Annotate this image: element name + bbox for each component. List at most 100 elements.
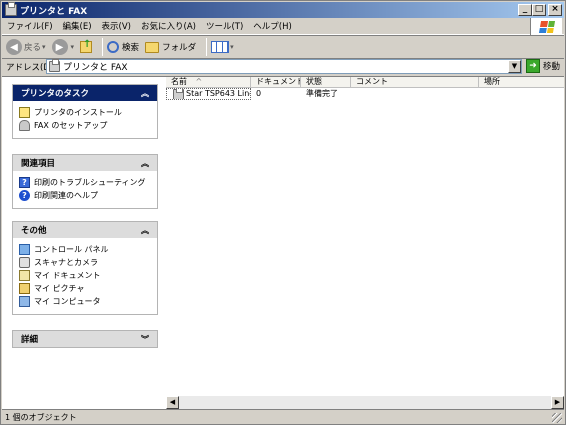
link-my-documents[interactable]: マイ ドキュメント (19, 269, 151, 282)
install-printer-icon (19, 107, 30, 118)
status-text: 1 個のオブジェクト (5, 412, 77, 422)
column-header-comment[interactable]: コメント (351, 77, 479, 88)
chevron-down-icon: ▾ (70, 43, 75, 51)
menu-edit[interactable]: 編集(E) (58, 20, 97, 32)
back-button[interactable]: ◀ 戻る ▾ (6, 39, 46, 55)
related-header[interactable]: 関連項目 ︽ (13, 155, 157, 171)
task-label: プリンタのインストール (34, 108, 122, 117)
chevron-down-icon: ▾ (230, 43, 234, 51)
other-places-title: その他 (21, 226, 47, 236)
folders-button[interactable]: フォルダ (145, 41, 196, 53)
task-print-troubleshooting[interactable]: ? 印刷のトラブルシューティング (19, 176, 151, 189)
my-pictures-icon (19, 283, 30, 294)
folders-label: フォルダ (162, 43, 197, 53)
related-panel: 関連項目 ︽ ? 印刷のトラブルシューティング ? 印刷関連のヘルプ (12, 154, 158, 209)
back-arrow-icon: ◀ (6, 39, 22, 55)
printer-folder-icon (5, 2, 17, 16)
go-button[interactable]: ➜ 移動 (526, 59, 560, 73)
explorer-window: プリンタと FAX _ □ × ファイル(F) 編集(E) 表示(V) お気に入… (0, 0, 566, 425)
printer-tasks-list: プリンタのインストール FAX のセットアップ (13, 101, 157, 138)
chevron-up-icon: ︽ (141, 158, 149, 168)
search-button[interactable]: 検索 (107, 41, 139, 53)
title-bar[interactable]: プリンタと FAX _ □ × (2, 2, 564, 18)
folder-up-icon (80, 39, 93, 53)
task-label: 印刷のトラブルシューティング (34, 178, 146, 187)
column-headers: 名前 ^ ドキュメント 状態 コメント 場所 (166, 77, 564, 88)
task-label: コントロール パネル (34, 245, 109, 254)
search-icon (107, 41, 120, 53)
column-header-location[interactable]: 場所 (479, 77, 564, 88)
resize-grip-icon[interactable] (552, 413, 562, 423)
table-row[interactable]: Star TSP643 Line... 0 準備完了 (166, 88, 564, 100)
printer-list-view[interactable]: 名前 ^ ドキュメント 状態 コメント 場所 Star TSP643 Line.… (166, 76, 564, 396)
chevron-up-icon: ︽ (141, 88, 149, 98)
toolbar-separator (102, 38, 104, 56)
status-bar: 1 個のオブジェクト (2, 409, 564, 424)
chevron-down-icon: ▾ (42, 43, 46, 51)
chevron-down-icon: ︾ (141, 334, 149, 344)
scanner-icon (19, 257, 30, 268)
address-dropdown-button[interactable]: ▼ (508, 60, 521, 73)
toolbar: ◀ 戻る ▾ ▶ ▾ 検索 フォルダ ▾ (2, 35, 564, 59)
views-icon (211, 41, 230, 53)
chevron-up-icon: ︽ (141, 225, 149, 235)
task-fax-setup[interactable]: FAX のセットアップ (19, 119, 151, 132)
details-title: 詳細 (21, 335, 39, 345)
help-icon: ? (19, 177, 30, 188)
forward-arrow-icon: ▶ (51, 39, 68, 55)
minimize-button[interactable]: _ (518, 4, 532, 16)
up-button[interactable] (80, 39, 93, 53)
address-value: プリンタと FAX (63, 63, 128, 73)
help-circle-icon: ? (19, 190, 30, 201)
location-cell (479, 88, 564, 100)
status-cell: 準備完了 (306, 89, 338, 98)
menu-favorites[interactable]: お気に入り(A) (136, 20, 201, 32)
task-label: マイ ピクチャ (34, 284, 85, 293)
link-control-panel[interactable]: コントロール パネル (19, 243, 151, 256)
close-button[interactable]: × (548, 4, 562, 16)
menu-tools[interactable]: ツール(T) (201, 20, 248, 32)
printer-tasks-header[interactable]: プリンタのタスク ︽ (13, 85, 157, 101)
link-my-computer[interactable]: マイ コンピュータ (19, 295, 151, 308)
go-arrow-icon: ➜ (526, 59, 540, 73)
link-scanners-cameras[interactable]: スキャナとカメラ (19, 256, 151, 269)
forward-button[interactable]: ▶ ▾ (51, 39, 75, 55)
column-label: 名前 (171, 77, 187, 86)
sort-ascending-icon: ^ (195, 77, 203, 86)
comment-cell (351, 88, 479, 100)
details-header[interactable]: 詳細 ︾ (13, 331, 157, 347)
task-label: マイ ドキュメント (34, 271, 101, 280)
printer-name: Star TSP643 Line... (186, 89, 250, 98)
column-header-status[interactable]: 状態 (301, 77, 351, 88)
task-print-help[interactable]: ? 印刷関連のヘルプ (19, 189, 151, 202)
scroll-left-button[interactable]: ◀ (166, 396, 179, 409)
task-install-printer[interactable]: プリンタのインストール (19, 106, 151, 119)
related-title: 関連項目 (21, 159, 56, 169)
back-label: 戻る (24, 43, 42, 53)
link-my-pictures[interactable]: マイ ピクチャ (19, 282, 151, 295)
column-header-name[interactable]: 名前 ^ (166, 77, 251, 88)
windows-flag-icon (538, 20, 555, 33)
toolbar-separator (206, 38, 208, 56)
address-input[interactable]: プリンタと FAX ▼ (46, 59, 522, 74)
views-button[interactable]: ▾ (211, 41, 234, 53)
my-documents-icon (19, 270, 30, 281)
menu-bar: ファイル(F) 編集(E) 表示(V) お気に入り(A) ツール(T) ヘルプ(… (2, 18, 564, 35)
task-label: スキャナとカメラ (34, 258, 98, 267)
windows-logo (530, 18, 562, 35)
other-places-header[interactable]: その他 ︽ (13, 222, 157, 238)
task-label: 印刷関連のヘルプ (34, 191, 98, 200)
menu-help[interactable]: ヘルプ(H) (248, 20, 297, 32)
column-header-documents[interactable]: ドキュメント (251, 77, 301, 88)
maximize-button[interactable]: □ (532, 4, 546, 16)
search-label: 検索 (122, 43, 140, 53)
horizontal-scrollbar[interactable]: ◀ ▶ (166, 396, 564, 409)
address-bar: アドレス(D) プリンタと FAX ▼ ➜ 移動 (2, 59, 564, 75)
printer-name-cell[interactable]: Star TSP643 Line... (166, 88, 251, 100)
details-panel: 詳細 ︾ (12, 330, 158, 348)
menu-file[interactable]: ファイル(F) (2, 20, 58, 32)
printer-icon (173, 89, 184, 99)
printer-folder-icon (49, 59, 60, 72)
menu-view[interactable]: 表示(V) (97, 20, 136, 32)
scroll-right-button[interactable]: ▶ (551, 396, 564, 409)
